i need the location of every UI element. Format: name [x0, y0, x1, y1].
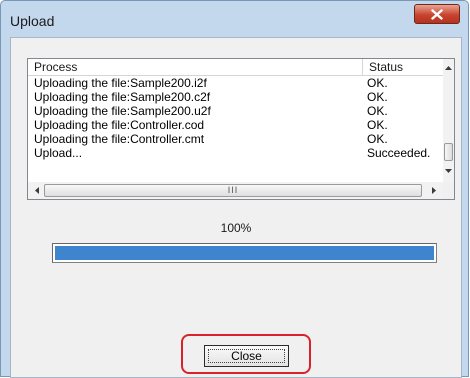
arrow-up-icon — [445, 66, 452, 70]
process-text: Uploading the file:Controller.cmt — [34, 132, 205, 146]
list-item[interactable]: Uploading the file:Sample200.i2f OK. — [28, 76, 443, 90]
upload-dialog: Upload Process Status Uploading the file… — [0, 0, 469, 378]
arrow-right-icon — [432, 187, 436, 194]
list-header: Process Status — [28, 59, 443, 76]
process-text: Uploading the file:Controller.cod — [34, 118, 205, 132]
column-header-status[interactable]: Status — [363, 59, 443, 75]
status-text: OK. — [367, 132, 388, 146]
status-text: Succeeded. — [367, 146, 431, 160]
horizontal-scrollbar[interactable]: III — [28, 182, 443, 199]
list-body: Uploading the file:Sample200.i2f OK. Upl… — [28, 76, 443, 182]
status-text: OK. — [367, 104, 388, 118]
vertical-scrollbar[interactable] — [443, 59, 454, 182]
process-text: Uploading the file:Sample200.i2f — [34, 76, 207, 90]
scroll-down-button[interactable] — [443, 164, 454, 178]
list-item[interactable]: Upload... Succeeded. — [28, 146, 443, 160]
scroll-grip: III — [227, 185, 239, 195]
dialog-body: Process Status Uploading the file:Sample… — [10, 37, 462, 378]
scroll-left-button[interactable] — [30, 182, 44, 199]
status-text: OK. — [367, 76, 388, 90]
process-list[interactable]: Process Status Uploading the file:Sample… — [27, 58, 455, 200]
close-icon — [431, 8, 443, 20]
progress-percent-label: 100% — [220, 221, 252, 235]
horizontal-scroll-thumb[interactable]: III — [44, 184, 422, 197]
scroll-up-button[interactable] — [443, 61, 454, 75]
process-text: Uploading the file:Sample200.c2f — [34, 90, 211, 104]
window-close-button[interactable] — [414, 4, 460, 24]
arrow-down-icon — [445, 169, 452, 173]
list-item[interactable]: Uploading the file:Sample200.u2f OK. — [28, 104, 443, 118]
title-bar[interactable]: Upload — [1, 1, 468, 37]
process-text: Uploading the file:Sample200.u2f — [34, 104, 211, 118]
list-item[interactable]: Uploading the file:Controller.cmt OK. — [28, 132, 443, 146]
process-text: Upload... — [34, 146, 83, 160]
column-header-process[interactable]: Process — [28, 59, 363, 75]
arrow-left-icon — [35, 187, 39, 194]
scroll-right-button[interactable] — [427, 182, 441, 199]
progress-fill — [55, 246, 434, 260]
upload-progress-bar — [52, 243, 437, 263]
scrollbar-corner — [443, 182, 454, 199]
window-title: Upload — [10, 13, 55, 29]
vertical-scroll-thumb[interactable] — [444, 143, 453, 161]
list-item[interactable]: Uploading the file:Sample200.c2f OK. — [28, 90, 443, 104]
status-text: OK. — [367, 90, 388, 104]
close-button[interactable]: Close — [204, 345, 289, 367]
list-item[interactable]: Uploading the file:Controller.cod OK. — [28, 118, 443, 132]
status-text: OK. — [367, 118, 388, 132]
